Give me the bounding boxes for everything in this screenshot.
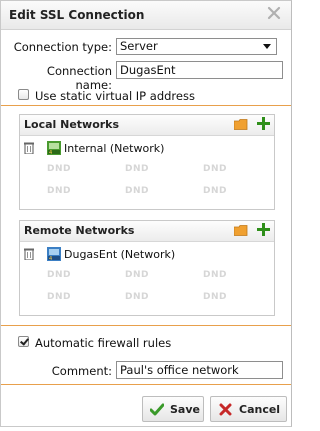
network-icon: 4 bbox=[47, 247, 61, 261]
dnd-placeholder: DND bbox=[125, 292, 149, 302]
svg-text:4: 4 bbox=[49, 256, 52, 261]
static-ip-checkbox[interactable] bbox=[18, 89, 29, 100]
connection-type-value: Server bbox=[120, 39, 158, 53]
firewall-rules-label: Automatic firewall rules bbox=[35, 336, 172, 350]
add-icon[interactable] bbox=[257, 117, 270, 130]
remote-networks-title: Remote Networks bbox=[24, 224, 135, 237]
dnd-placeholder: DND bbox=[203, 186, 227, 196]
dnd-placeholder: DND bbox=[203, 292, 227, 302]
trash-icon[interactable] bbox=[24, 248, 34, 260]
dnd-placeholder: DND bbox=[125, 186, 149, 196]
close-icon[interactable] bbox=[267, 6, 281, 20]
folder-icon[interactable] bbox=[234, 225, 248, 236]
local-networks-title: Local Networks bbox=[24, 118, 120, 131]
list-item[interactable]: Internal (Network) bbox=[64, 142, 164, 155]
svg-text:4: 4 bbox=[49, 150, 52, 155]
cancel-button[interactable]: Cancel bbox=[210, 396, 287, 422]
save-button[interactable]: Save bbox=[142, 396, 204, 422]
cancel-label: Cancel bbox=[239, 403, 281, 416]
folder-icon[interactable] bbox=[234, 119, 248, 130]
dropdown-arrow-icon bbox=[263, 44, 271, 49]
add-icon[interactable] bbox=[257, 223, 270, 236]
edit-ssl-connection-dialog: Edit SSL Connection Connection type: Ser… bbox=[0, 0, 292, 427]
section-divider bbox=[1, 105, 291, 106]
dialog-title: Edit SSL Connection bbox=[9, 8, 145, 22]
remote-networks-panel: Remote Networks 4 DugasEnt (Network) DND… bbox=[19, 220, 275, 316]
comment-input[interactable]: Paul's office network bbox=[116, 361, 283, 379]
local-networks-panel: Local Networks 4 Internal (Network) DND … bbox=[19, 114, 275, 210]
checkmark-icon bbox=[150, 403, 164, 416]
static-ip-label: Use static virtual IP address bbox=[35, 89, 195, 103]
title-bar: Edit SSL Connection bbox=[1, 1, 291, 30]
section-divider bbox=[1, 325, 291, 326]
firewall-rules-checkbox[interactable] bbox=[18, 336, 29, 347]
remote-networks-header: Remote Networks bbox=[20, 221, 274, 242]
dnd-placeholder: DND bbox=[203, 164, 227, 174]
dnd-placeholder: DND bbox=[47, 164, 71, 174]
dnd-placeholder: DND bbox=[203, 270, 227, 280]
dnd-placeholder: DND bbox=[125, 270, 149, 280]
connection-name-input[interactable]: DugasEnt bbox=[116, 61, 283, 79]
section-divider bbox=[1, 384, 291, 385]
local-networks-header: Local Networks bbox=[20, 115, 274, 136]
connection-type-label: Connection type: bbox=[13, 40, 112, 54]
trash-icon[interactable] bbox=[24, 142, 34, 154]
cancel-x-icon bbox=[219, 403, 232, 416]
comment-label: Comment: bbox=[51, 364, 112, 378]
list-item[interactable]: DugasEnt (Network) bbox=[64, 248, 175, 261]
connection-name-label: Connection name: bbox=[46, 64, 112, 92]
save-label: Save bbox=[170, 403, 200, 416]
connection-type-select[interactable]: Server bbox=[116, 38, 277, 55]
dnd-placeholder: DND bbox=[47, 292, 71, 302]
network-icon: 4 bbox=[47, 141, 61, 155]
dnd-placeholder: DND bbox=[47, 186, 71, 196]
dnd-placeholder: DND bbox=[125, 164, 149, 174]
dnd-placeholder: DND bbox=[47, 270, 71, 280]
